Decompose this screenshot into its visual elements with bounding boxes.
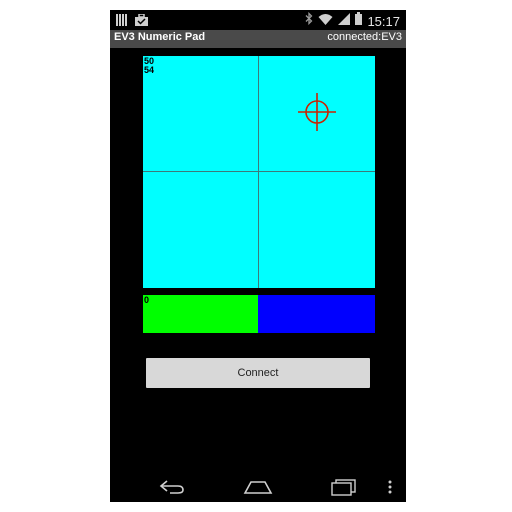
action-bar: EV3 Numeric Pad connected:EV3 xyxy=(110,30,406,48)
horizontal-axis-line xyxy=(143,171,375,172)
y-readout: 54 xyxy=(144,65,155,75)
home-button[interactable] xyxy=(242,476,274,498)
clock: 15:17 xyxy=(367,13,400,29)
bluetooth-icon xyxy=(305,11,313,30)
back-button[interactable] xyxy=(156,476,188,498)
overflow-menu-button[interactable] xyxy=(380,476,400,498)
battery-icon xyxy=(355,12,363,30)
briefcase-icon xyxy=(135,13,148,31)
connect-button[interactable]: Connect xyxy=(146,358,370,388)
back-icon xyxy=(159,480,184,494)
green-bar: 0 xyxy=(143,295,258,333)
wifi-icon xyxy=(318,12,333,30)
connection-status: connected:EV3 xyxy=(327,31,402,43)
recents-icon xyxy=(331,479,356,496)
signal-icon xyxy=(338,12,351,30)
green-bar-value: 0 xyxy=(144,295,150,305)
touch-pad[interactable]: 50 54 xyxy=(143,56,375,288)
overflow-menu-icon xyxy=(388,480,392,494)
crosshair-icon[interactable] xyxy=(297,92,337,132)
notification-icon xyxy=(116,13,127,31)
home-icon xyxy=(243,481,273,494)
phone-screen: 15:17 EV3 Numeric Pad connected:EV3 50 5… xyxy=(110,10,406,502)
navigation-bar xyxy=(110,472,406,502)
app-title: EV3 Numeric Pad xyxy=(114,31,206,43)
blue-bar xyxy=(258,295,375,333)
vertical-axis-line xyxy=(258,56,259,288)
status-bar: 15:17 xyxy=(110,10,406,30)
recents-button[interactable] xyxy=(328,476,360,498)
